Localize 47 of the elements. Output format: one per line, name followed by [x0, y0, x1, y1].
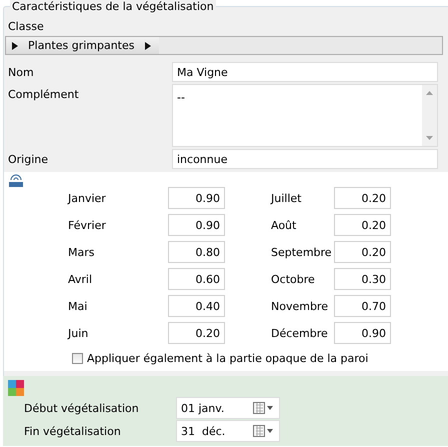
month-value-field[interactable]: 0.40	[168, 295, 225, 317]
month-value-field[interactable]: 0.20	[334, 187, 391, 209]
field-label: Nom	[7, 65, 35, 81]
group-title: Caractéristiques de la végétalisation	[10, 0, 216, 13]
month-value-field[interactable]: 0.60	[168, 268, 225, 290]
field-label: Complément	[7, 87, 80, 103]
month-value-field[interactable]: 0.70	[334, 295, 391, 317]
month-value-field[interactable]: 0.20	[334, 214, 391, 236]
date-picker[interactable]: 01 janv.	[176, 397, 280, 419]
calendar-dropdown-icon	[253, 425, 275, 437]
triangle-icon	[144, 42, 150, 50]
month-value-field[interactable]: 0.20	[168, 322, 225, 344]
month-value-field[interactable]: 0.90	[168, 187, 225, 209]
date-label: Début végétalisation	[24, 402, 140, 414]
season-grid-icon	[8, 380, 24, 396]
month-label: Février	[68, 218, 107, 232]
month-label: Mai	[68, 300, 88, 312]
month-label: Avril	[68, 272, 94, 286]
month-label: Septembre	[271, 246, 333, 258]
date-picker[interactable]: 31 déc.	[176, 420, 280, 442]
calendar-dropdown-icon	[253, 402, 275, 414]
text-field[interactable]: Ma Vigne	[172, 62, 438, 82]
month-value-field[interactable]: 0.80	[168, 241, 225, 263]
text-area[interactable]: --	[172, 84, 438, 147]
breadcrumb-button[interactable]: Plantes grimpantes	[6, 37, 158, 54]
checkbox-label: Appliquer également à la partie opaque de la paroi	[87, 352, 368, 365]
month-label: Novembre	[271, 300, 329, 312]
date-label: Fin végétalisation	[24, 424, 122, 438]
month-label: Décembre	[271, 326, 329, 340]
month-label: Mars	[68, 246, 96, 258]
text-field[interactable]: inconnue	[172, 149, 438, 169]
field-label: Origine	[7, 152, 50, 168]
month-label: Juillet	[271, 192, 302, 204]
month-value-field[interactable]: 0.90	[334, 322, 391, 344]
checkbox[interactable]	[72, 353, 83, 364]
month-label: Janvier	[68, 192, 107, 204]
triangle-icon	[12, 42, 18, 50]
month-label: Juin	[68, 326, 90, 340]
month-label: Août	[271, 218, 298, 232]
scrollbar[interactable]	[422, 85, 437, 146]
scroll-up-icon[interactable]	[426, 91, 433, 95]
month-value-field[interactable]: 0.30	[334, 268, 391, 290]
month-value-field[interactable]: 0.20	[334, 241, 391, 263]
scroll-down-icon[interactable]	[426, 136, 433, 140]
month-label: Octobre	[271, 272, 316, 286]
month-value-field[interactable]: 0.90	[168, 214, 225, 236]
classe-label: Classe	[7, 20, 45, 35]
